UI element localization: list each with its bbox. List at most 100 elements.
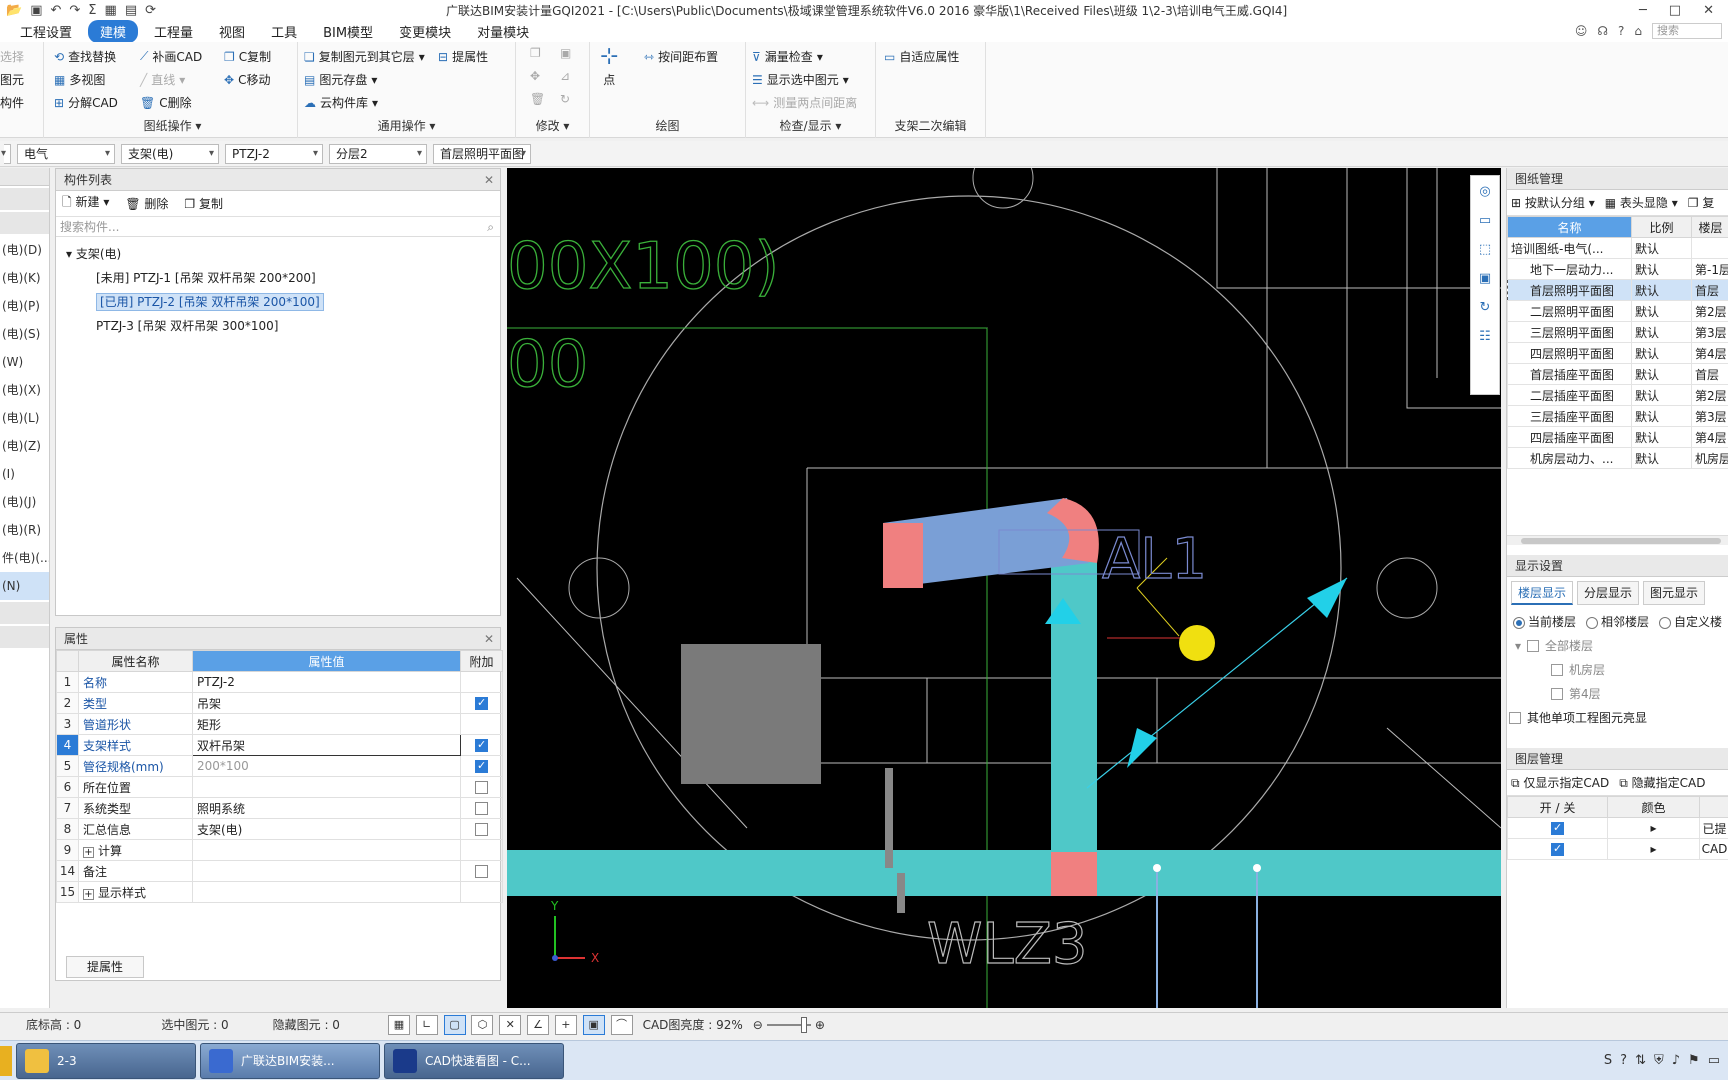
floor-tree-item[interactable]: 第4层 — [1507, 682, 1728, 706]
left-nav-item[interactable]: (W) — [0, 348, 49, 376]
left-nav-item[interactable]: (电)(K) — [0, 264, 49, 292]
modify-mirror-icon[interactable]: ⊿ — [560, 69, 570, 83]
left-nav-item[interactable]: (N) — [0, 572, 49, 600]
ribbon-group-title[interactable]: 检查/显示 ▾ — [746, 117, 875, 134]
group-button[interactable]: ⊞ 按默认分组 ▾ — [1511, 194, 1595, 211]
extract-property-button[interactable]: ⊟ 提属性 — [438, 48, 488, 65]
redo-icon[interactable]: ↷ — [69, 3, 80, 18]
floor-tree-item[interactable]: 机房层 — [1507, 658, 1728, 682]
property-value[interactable]: PTZJ-2 — [192, 671, 461, 693]
modify-delete-icon[interactable]: 🗑 — [530, 92, 545, 106]
tree-item[interactable]: [未用] PTZJ-1 [吊架 双杆吊架 200*200] — [66, 267, 500, 291]
left-nav-item[interactable]: (电)(J) — [0, 488, 49, 516]
drawing-row[interactable]: 培训图纸-电气(... 默认 — [1507, 237, 1728, 259]
undo-icon[interactable]: ↶ — [50, 3, 61, 18]
col-header-scale[interactable]: 比例 — [1631, 216, 1692, 238]
property-value[interactable]: 矩形 — [192, 713, 461, 735]
component-select[interactable]: PTZJ-2 — [225, 143, 323, 164]
delete-component-button[interactable]: 🗑 删除 — [125, 195, 168, 212]
missing-check-button[interactable]: ⊽ 漏量检查 ▾ — [752, 48, 823, 65]
tab-project-settings[interactable]: 工程设置 — [10, 20, 82, 43]
network-icon[interactable]: ⇅ — [1635, 1053, 1646, 1068]
user-icon[interactable]: ☺ — [1575, 24, 1588, 38]
element-save-button[interactable]: ▤ 图元存盘 ▾ — [304, 71, 377, 88]
component-search-input[interactable]: 搜索构件... ⌕ — [56, 217, 500, 237]
cable-tray-vertical[interactable] — [1051, 552, 1097, 852]
start-icon[interactable] — [0, 1045, 12, 1076]
tab-bim-model[interactable]: BIM模型 — [313, 20, 383, 43]
component-button[interactable]: 构件 — [0, 94, 24, 111]
angle-icon[interactable]: ∠ — [527, 1014, 550, 1035]
copy-to-floor-button[interactable]: ❏ 复制图元到其它层 ▾ — [304, 48, 425, 65]
cloud-library-button[interactable]: ☁ 云构件库 ▾ — [304, 94, 378, 111]
property-value[interactable]: 照明系统 — [192, 797, 461, 819]
sum-icon[interactable]: Σ — [88, 3, 96, 18]
line-button[interactable]: ╱ 直线 ▾ — [140, 71, 185, 88]
measure-distance-button[interactable]: ⟷ 测量两点间距离 — [752, 94, 857, 111]
ribbon-group-title[interactable]: 图纸操作 ▾ — [48, 117, 297, 134]
headset-icon[interactable]: ☊ — [1597, 24, 1608, 38]
left-nav-item[interactable]: (电)(X) — [0, 376, 49, 404]
drawing-row[interactable]: 机房层动力、... 默认 机房层 — [1507, 447, 1728, 469]
taskbar-gqi[interactable]: 广联达BIM安装... — [200, 1042, 380, 1079]
close-icon[interactable]: ✕ — [484, 628, 494, 650]
maximize-icon[interactable]: □ — [1669, 3, 1681, 18]
horizontal-scrollbar[interactable] — [1507, 535, 1728, 545]
view-3d-icon[interactable]: ⬚ — [1479, 242, 1491, 257]
extra-checkbox[interactable] — [475, 823, 488, 836]
left-nav-item[interactable]: (电)(L) — [0, 404, 49, 432]
taskbar-cad-viewer[interactable]: CAD快速看图 - C... — [384, 1042, 564, 1079]
c-copy-button[interactable]: ❐ C复制 — [224, 48, 271, 65]
point-button[interactable]: ⊹ 点 — [600, 44, 618, 88]
other-project-highlight[interactable]: 其他单项工程图元亮显 — [1507, 706, 1728, 730]
drawing-row[interactable]: 地下一层动力... 默认 第-1层 — [1507, 258, 1728, 280]
grid-icon[interactable]: ▦ — [105, 3, 117, 18]
cable-tray-horizontal[interactable] — [507, 850, 1501, 896]
hide-cad-button[interactable]: ⧉ 隐藏指定CAD — [1619, 774, 1705, 791]
tab-tools[interactable]: 工具 — [261, 20, 307, 43]
property-value[interactable]: 200*100 — [192, 755, 461, 777]
ribbon-group-title[interactable]: 通用操作 ▾ — [298, 117, 515, 134]
shirt-icon[interactable]: ⌂ — [1634, 24, 1642, 38]
shield-icon[interactable]: ⛨ — [1654, 1053, 1664, 1068]
speaker-icon[interactable]: ♪ — [1672, 1053, 1680, 1068]
left-nav-item[interactable]: (电)(D) — [0, 236, 49, 264]
radio-adjacent-floor[interactable]: 相邻楼层 — [1586, 613, 1649, 630]
drawing-row[interactable]: 首层插座平面图 默认 首层 — [1507, 363, 1728, 385]
grid-snap-icon[interactable]: ▦ — [387, 1014, 410, 1035]
modify-move-icon[interactable]: ✥ — [530, 69, 540, 83]
modify-copy-icon[interactable]: ❐ — [530, 46, 541, 60]
drawing-select[interactable]: 首层照明平面图 — [433, 143, 531, 164]
drawing-row[interactable]: 四层照明平面图 默认 第4层 — [1507, 342, 1728, 364]
multi-view-button[interactable]: ▦ 多视图 — [54, 71, 105, 88]
tab-element-display[interactable]: 图元显示 — [1643, 581, 1706, 605]
tab-change-module[interactable]: 变更模块 — [389, 20, 461, 43]
list-view-icon[interactable]: ☷ — [1479, 329, 1491, 344]
close-icon[interactable]: ✕ — [484, 169, 494, 191]
minimize-icon[interactable]: ─ — [1639, 3, 1647, 18]
slider-knob[interactable] — [800, 1016, 807, 1033]
checkbox[interactable] — [1551, 664, 1563, 676]
expand-icon[interactable]: + — [83, 846, 94, 858]
checkbox[interactable] — [1551, 688, 1563, 700]
orbit-icon[interactable]: ◎ — [1479, 184, 1490, 199]
search-input[interactable]: 搜索 — [1652, 23, 1722, 39]
drawing-row-selected[interactable]: 首层照明平面图 默认 首层 — [1507, 279, 1728, 301]
drawing-row[interactable]: 三层照明平面图 默认 第3层 — [1507, 321, 1728, 343]
sogou-icon[interactable]: S — [1604, 1053, 1612, 1068]
select-box-icon[interactable]: ▢ — [443, 1014, 466, 1035]
view-2d-icon[interactable]: ▭ — [1479, 213, 1491, 228]
c-move-button[interactable]: ✥ C移动 — [224, 71, 270, 88]
tab-layer-display[interactable]: 分层显示 — [1577, 581, 1640, 605]
adaptive-property-button[interactable]: ▭ 自适应属性 — [884, 48, 959, 65]
close-icon[interactable]: ✕ — [1703, 3, 1714, 18]
extract-property-button[interactable]: 提属性 — [66, 956, 145, 978]
light-fixture-icon[interactable] — [1179, 625, 1215, 661]
left-nav-item[interactable]: (电)(R) — [0, 516, 49, 544]
left-nav-item[interactable]: (电)(P) — [0, 292, 49, 320]
cube-icon[interactable]: ▣ — [1479, 271, 1491, 286]
extra-checkbox[interactable] — [475, 865, 488, 878]
layer-toggle-checkbox[interactable] — [1551, 842, 1564, 856]
property-value[interactable] — [192, 860, 461, 882]
bracket-end[interactable] — [883, 523, 923, 588]
